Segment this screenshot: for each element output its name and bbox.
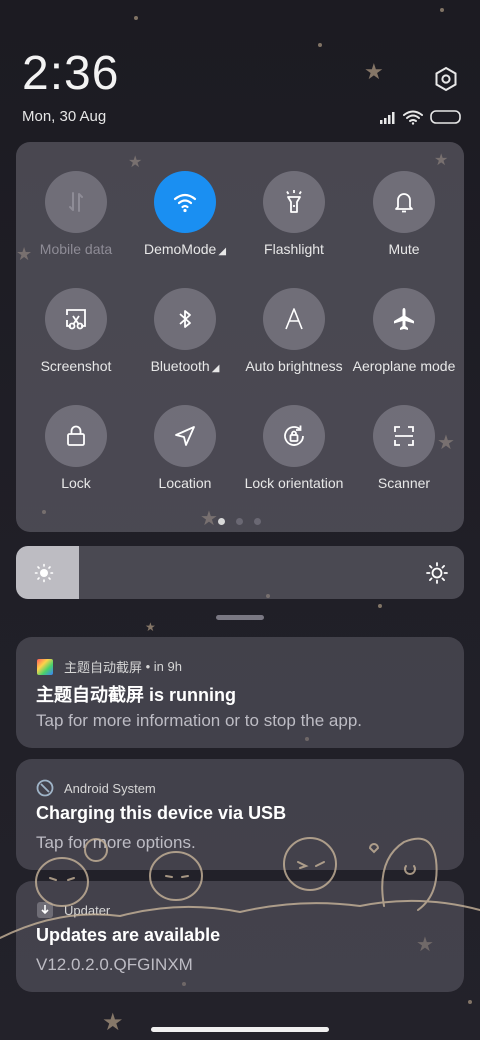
brightness-low-icon [34, 563, 54, 583]
tile-scanner[interactable]: Scanner [349, 405, 459, 491]
lock-orientation-icon [284, 425, 304, 446]
tile-icon-bg [154, 405, 216, 467]
star-dot [468, 1000, 472, 1004]
tile-label: Location [158, 475, 212, 491]
tile-icon-bg [263, 405, 325, 467]
tile-icon-bg [373, 405, 435, 467]
tile-demomode[interactable]: DemoMode ◢ [130, 171, 240, 257]
bell-icon [395, 193, 413, 213]
signal-icon [380, 112, 395, 124]
star-dot [318, 43, 322, 47]
tile-label: Flashlight [264, 241, 324, 257]
star-decoration-icon: ★ [364, 60, 384, 85]
tile-label: DemoMode [143, 241, 217, 257]
wifi-icon [403, 110, 423, 125]
tile-label: Lock [61, 475, 91, 491]
location-icon [175, 426, 195, 446]
shade-drag-handle[interactable] [216, 615, 264, 620]
tile-lock-orientation[interactable]: Lock orientation [239, 405, 349, 491]
brightness-slider[interactable] [16, 546, 464, 599]
notification-body: Tap for more information or to stop the … [36, 711, 363, 730]
date: Mon, 30 Aug [22, 108, 107, 125]
tile-flashlight[interactable]: Flashlight [239, 171, 349, 257]
page-dot [254, 518, 261, 525]
tile-label: Scanner [377, 475, 431, 491]
tile-location[interactable]: Location [130, 405, 240, 491]
page-indicator [0, 518, 480, 528]
tile-label: Mute [388, 241, 420, 257]
tile-icon-bg [154, 288, 216, 350]
battery-icon [430, 110, 461, 124]
tile-mobile-data[interactable]: Mobile data [21, 171, 131, 257]
tile-icon-bg [373, 171, 435, 233]
scanner-icon [394, 426, 414, 446]
tile-icon-bg [263, 288, 325, 350]
tile-label: Lock orientation [244, 475, 344, 491]
star-decoration-icon: ★ [145, 620, 156, 634]
tile-auto-brightness[interactable]: Auto brightness [239, 288, 349, 374]
page-dot-active [218, 518, 225, 525]
tile-label: Bluetooth [150, 358, 210, 374]
tile-icon-bg [45, 405, 107, 467]
lock-icon [67, 425, 85, 446]
tile-bluetooth[interactable]: Bluetooth ◢ [130, 288, 240, 374]
notification-time: in 9h [153, 659, 182, 674]
wifi-icon [173, 193, 197, 213]
expand-triangle-icon[interactable]: ◢ [218, 246, 226, 257]
star-dot [440, 8, 444, 12]
tile-icon-bg [45, 171, 107, 233]
airplane-icon [394, 308, 414, 330]
status-icons [380, 110, 461, 125]
tile-mute[interactable]: Mute [349, 171, 459, 257]
page-dot [236, 518, 243, 525]
notification-card[interactable]: 主题自动截屏 • in 9h 主题自动截屏 is running Tap for… [16, 637, 464, 748]
tile-label: Screenshot [40, 358, 112, 374]
tile-lock[interactable]: Lock [21, 405, 131, 491]
tile-screenshot[interactable]: Screenshot [21, 288, 131, 374]
screenshot-icon [66, 309, 86, 330]
settings-icon[interactable] [433, 66, 459, 92]
tile-icon-bg [45, 288, 107, 350]
tile-label: Mobile data [39, 241, 113, 257]
star-dot [378, 604, 382, 608]
flashlight-icon [286, 190, 302, 213]
expand-triangle-icon[interactable]: ◢ [212, 363, 220, 374]
brightness-high-icon [426, 562, 448, 584]
home-indicator[interactable] [151, 1027, 329, 1032]
tile-label: Auto brightness [245, 358, 343, 374]
notification-app-name: 主题自动截屏 [64, 660, 143, 675]
star-dot [134, 16, 138, 20]
bluetooth-icon [179, 310, 191, 328]
theme-app-icon [37, 658, 53, 675]
notification-app-name: Android System [64, 780, 156, 796]
tile-icon-bg [373, 288, 435, 350]
star-decoration-icon: ★ [102, 1008, 124, 1036]
notification-body: V12.0.2.0.QFGINXM [36, 955, 193, 974]
tile-aeroplane-mode[interactable]: Aeroplane mode [349, 288, 459, 374]
auto-brightness-icon [285, 308, 303, 330]
tile-icon-bg [154, 171, 216, 233]
wallpaper-doodle-illustration [0, 837, 480, 939]
notification-title: 主题自动截屏 is running [36, 685, 236, 705]
android-system-icon [36, 779, 54, 797]
tile-label: Aeroplane mode [352, 358, 456, 374]
tile-icon-bg [263, 171, 325, 233]
mobile-data-icon [69, 192, 83, 212]
clock: 2:36 [22, 47, 120, 100]
